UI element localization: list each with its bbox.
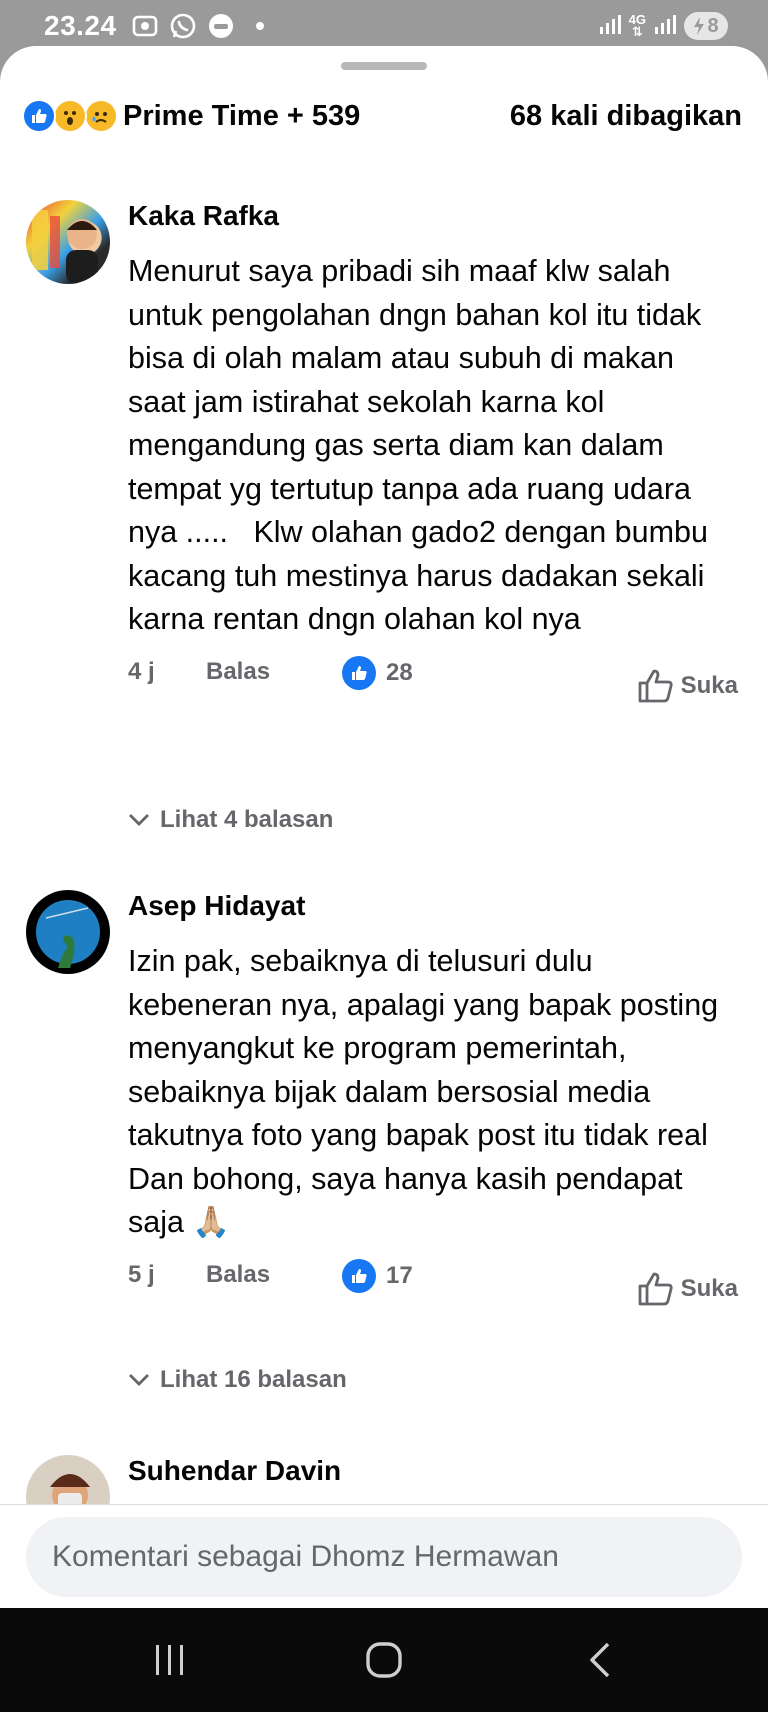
like-count[interactable]: 28 xyxy=(342,655,413,690)
comment-input[interactable] xyxy=(26,1517,742,1597)
comment-body: Suhendar Davin xyxy=(128,1451,738,1491)
comment-actions: 4 j Balas 28 Suka xyxy=(128,655,738,718)
view-replies-button[interactable]: Lihat 4 balasan xyxy=(128,806,333,834)
thumbs-up-icon xyxy=(638,669,673,702)
home-icon xyxy=(366,1642,402,1678)
share-count[interactable]: 68 kali dibagikan xyxy=(510,100,742,133)
status-time: 23.24 xyxy=(44,10,117,41)
sad-icon xyxy=(84,99,118,133)
back-icon xyxy=(590,1642,610,1678)
comment-author[interactable]: Kaka Rafka xyxy=(128,196,738,236)
reaction-icons xyxy=(22,99,118,133)
chevron-down-icon xyxy=(129,1374,149,1386)
like-count-value: 17 xyxy=(386,1261,413,1289)
network-type: 4G xyxy=(628,12,646,27)
avatar[interactable] xyxy=(26,200,110,284)
reactions-bar: Prime Time + 539 68 kali dibagikan xyxy=(22,94,742,138)
like-icon xyxy=(342,655,376,690)
comment-composer xyxy=(0,1504,768,1608)
network-4g-icon: 4G ⇅ xyxy=(628,12,646,39)
chevron-down-icon xyxy=(129,814,149,826)
system-nav-bar xyxy=(0,1608,768,1712)
like-button[interactable]: Suka xyxy=(637,1271,738,1307)
comment-time[interactable]: 5 j xyxy=(128,1261,155,1289)
like-count-value: 28 xyxy=(386,658,413,686)
reaction-summary[interactable]: Prime Time + 539 xyxy=(22,99,360,133)
battery-icon: 8 xyxy=(684,12,728,40)
comment-text: Izin pak, sebaiknya di telusuri dulu keb… xyxy=(128,944,727,1239)
comments-sheet: Prime Time + 539 68 kali dibagikan Kaka … xyxy=(0,46,768,1608)
like-icon xyxy=(342,1258,376,1293)
like-label: Suka xyxy=(680,671,738,699)
whatsapp-icon xyxy=(168,11,198,41)
like-count[interactable]: 17 xyxy=(342,1258,413,1293)
view-replies-label: Lihat 4 balasan xyxy=(160,806,334,833)
signal-icon xyxy=(599,13,621,40)
avatar[interactable] xyxy=(26,890,110,974)
like-label: Suka xyxy=(680,1274,738,1302)
screenshot-icon xyxy=(130,11,160,41)
more-notifications-dot xyxy=(256,22,264,30)
signal-icon-2 xyxy=(654,13,676,40)
back-button[interactable] xyxy=(570,1638,630,1682)
comment-author[interactable]: Asep Hidayat xyxy=(128,886,738,926)
comment-actions: 5 j Balas 17 Suka xyxy=(128,1258,738,1321)
reply-button[interactable]: Balas xyxy=(206,1261,270,1289)
recent-apps-icon xyxy=(156,1645,183,1675)
messenger-icon xyxy=(206,11,236,41)
home-button[interactable] xyxy=(354,1638,414,1682)
comment-body: Kaka Rafka Menurut saya pribadi sih maaf… xyxy=(128,196,738,718)
like-button[interactable]: Suka xyxy=(637,668,738,704)
wow-icon xyxy=(53,99,87,133)
battery-level: 8 xyxy=(707,14,719,37)
notification-icons xyxy=(130,11,264,41)
view-replies-button[interactable]: Lihat 16 balasan xyxy=(128,1366,347,1394)
recent-apps-button[interactable] xyxy=(140,1638,200,1682)
comment-text: Menurut saya pribadi sih maaf klw salah … xyxy=(128,254,717,636)
comment-author[interactable]: Suhendar Davin xyxy=(128,1451,738,1491)
view-replies-label: Lihat 16 balasan xyxy=(160,1366,347,1393)
like-icon xyxy=(22,99,56,133)
comment-body: Asep Hidayat Izin pak, sebaiknya di telu… xyxy=(128,886,738,1321)
thumbs-up-icon xyxy=(638,1272,673,1305)
system-icons: 4G ⇅ 8 xyxy=(599,12,728,40)
comment-time[interactable]: 4 j xyxy=(128,658,155,686)
reply-button[interactable]: Balas xyxy=(206,658,270,686)
drag-handle[interactable] xyxy=(341,62,427,70)
reactions-label: Prime Time + 539 xyxy=(123,99,361,132)
